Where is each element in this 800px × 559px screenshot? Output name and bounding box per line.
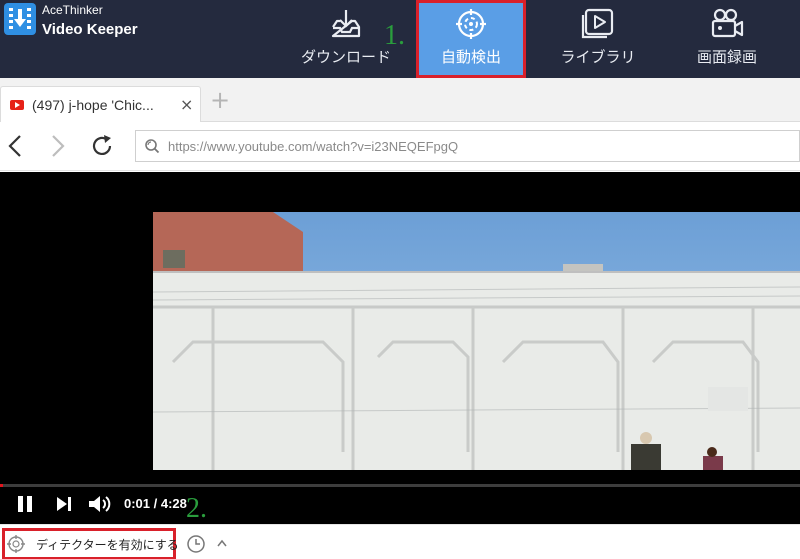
tab-library-label: ライブラリ <box>560 48 636 66</box>
youtube-icon <box>10 99 24 110</box>
pause-icon[interactable] <box>16 495 34 513</box>
target-crosshair-icon <box>7 535 25 553</box>
player-controls: 0:01 / 4:28 <box>0 484 800 524</box>
brand: AceThinker Video Keeper <box>4 3 138 37</box>
enable-detector-label: ディテクターを有効にする <box>36 537 179 552</box>
back-arrow-icon[interactable] <box>4 134 28 158</box>
app-logo-icon <box>4 3 36 35</box>
close-icon[interactable]: × <box>180 96 193 113</box>
url-input[interactable]: https://www.youtube.com/watch?v=i23NEQEF… <box>135 130 800 162</box>
time-display: 0:01 / 4:28 <box>124 496 187 511</box>
brand-subtitle: AceThinker <box>42 3 103 17</box>
browser-tab-title: (497) j-hope 'Chic... <box>32 96 154 113</box>
status-bar: ディテクターを有効にする <box>0 524 800 559</box>
new-tab-button[interactable]: + <box>210 88 230 112</box>
search-icon <box>145 139 160 154</box>
tab-download-label: ダウンロード <box>300 48 391 66</box>
video-frame <box>153 212 800 470</box>
step-1-marker: 1. <box>384 20 405 51</box>
url-text: https://www.youtube.com/watch?v=i23NEQEF… <box>168 138 459 154</box>
progress-bar-fill <box>0 484 4 487</box>
chevron-up-icon[interactable] <box>216 538 228 548</box>
forward-arrow-icon[interactable] <box>45 134 69 158</box>
video-camera-icon <box>711 8 744 38</box>
video-player[interactable] <box>0 172 800 488</box>
step-2-marker: 2. <box>186 493 207 524</box>
reload-icon[interactable] <box>90 134 114 158</box>
video-library-icon <box>581 8 614 39</box>
tab-library[interactable]: ライブラリ <box>552 0 644 78</box>
progress-bar[interactable] <box>0 484 800 487</box>
tab-screen-record-label: 画面録画 <box>696 48 757 66</box>
tab-download[interactable]: ダウンロード <box>300 0 392 78</box>
browser-tab-strip: (497) j-hope 'Chic... × + <box>0 78 800 122</box>
tab-auto-detect-label: 自動検出 <box>440 48 501 66</box>
target-crosshair-icon <box>456 9 486 39</box>
tab-auto-detect[interactable]: 自動検出 <box>416 0 526 78</box>
clock-icon[interactable] <box>186 534 206 554</box>
browser-tab[interactable]: (497) j-hope 'Chic... × <box>0 86 201 122</box>
volume-icon[interactable] <box>88 494 112 514</box>
download-tray-icon <box>331 10 361 38</box>
browser-nav-bar: https://www.youtube.com/watch?v=i23NEQEF… <box>0 122 800 171</box>
tab-screen-record[interactable]: 画面録画 <box>678 0 776 78</box>
brand-title: Video Keeper <box>42 21 138 38</box>
skip-next-icon[interactable] <box>55 495 73 513</box>
enable-detector-button[interactable]: ディテクターを有効にする <box>2 528 179 559</box>
